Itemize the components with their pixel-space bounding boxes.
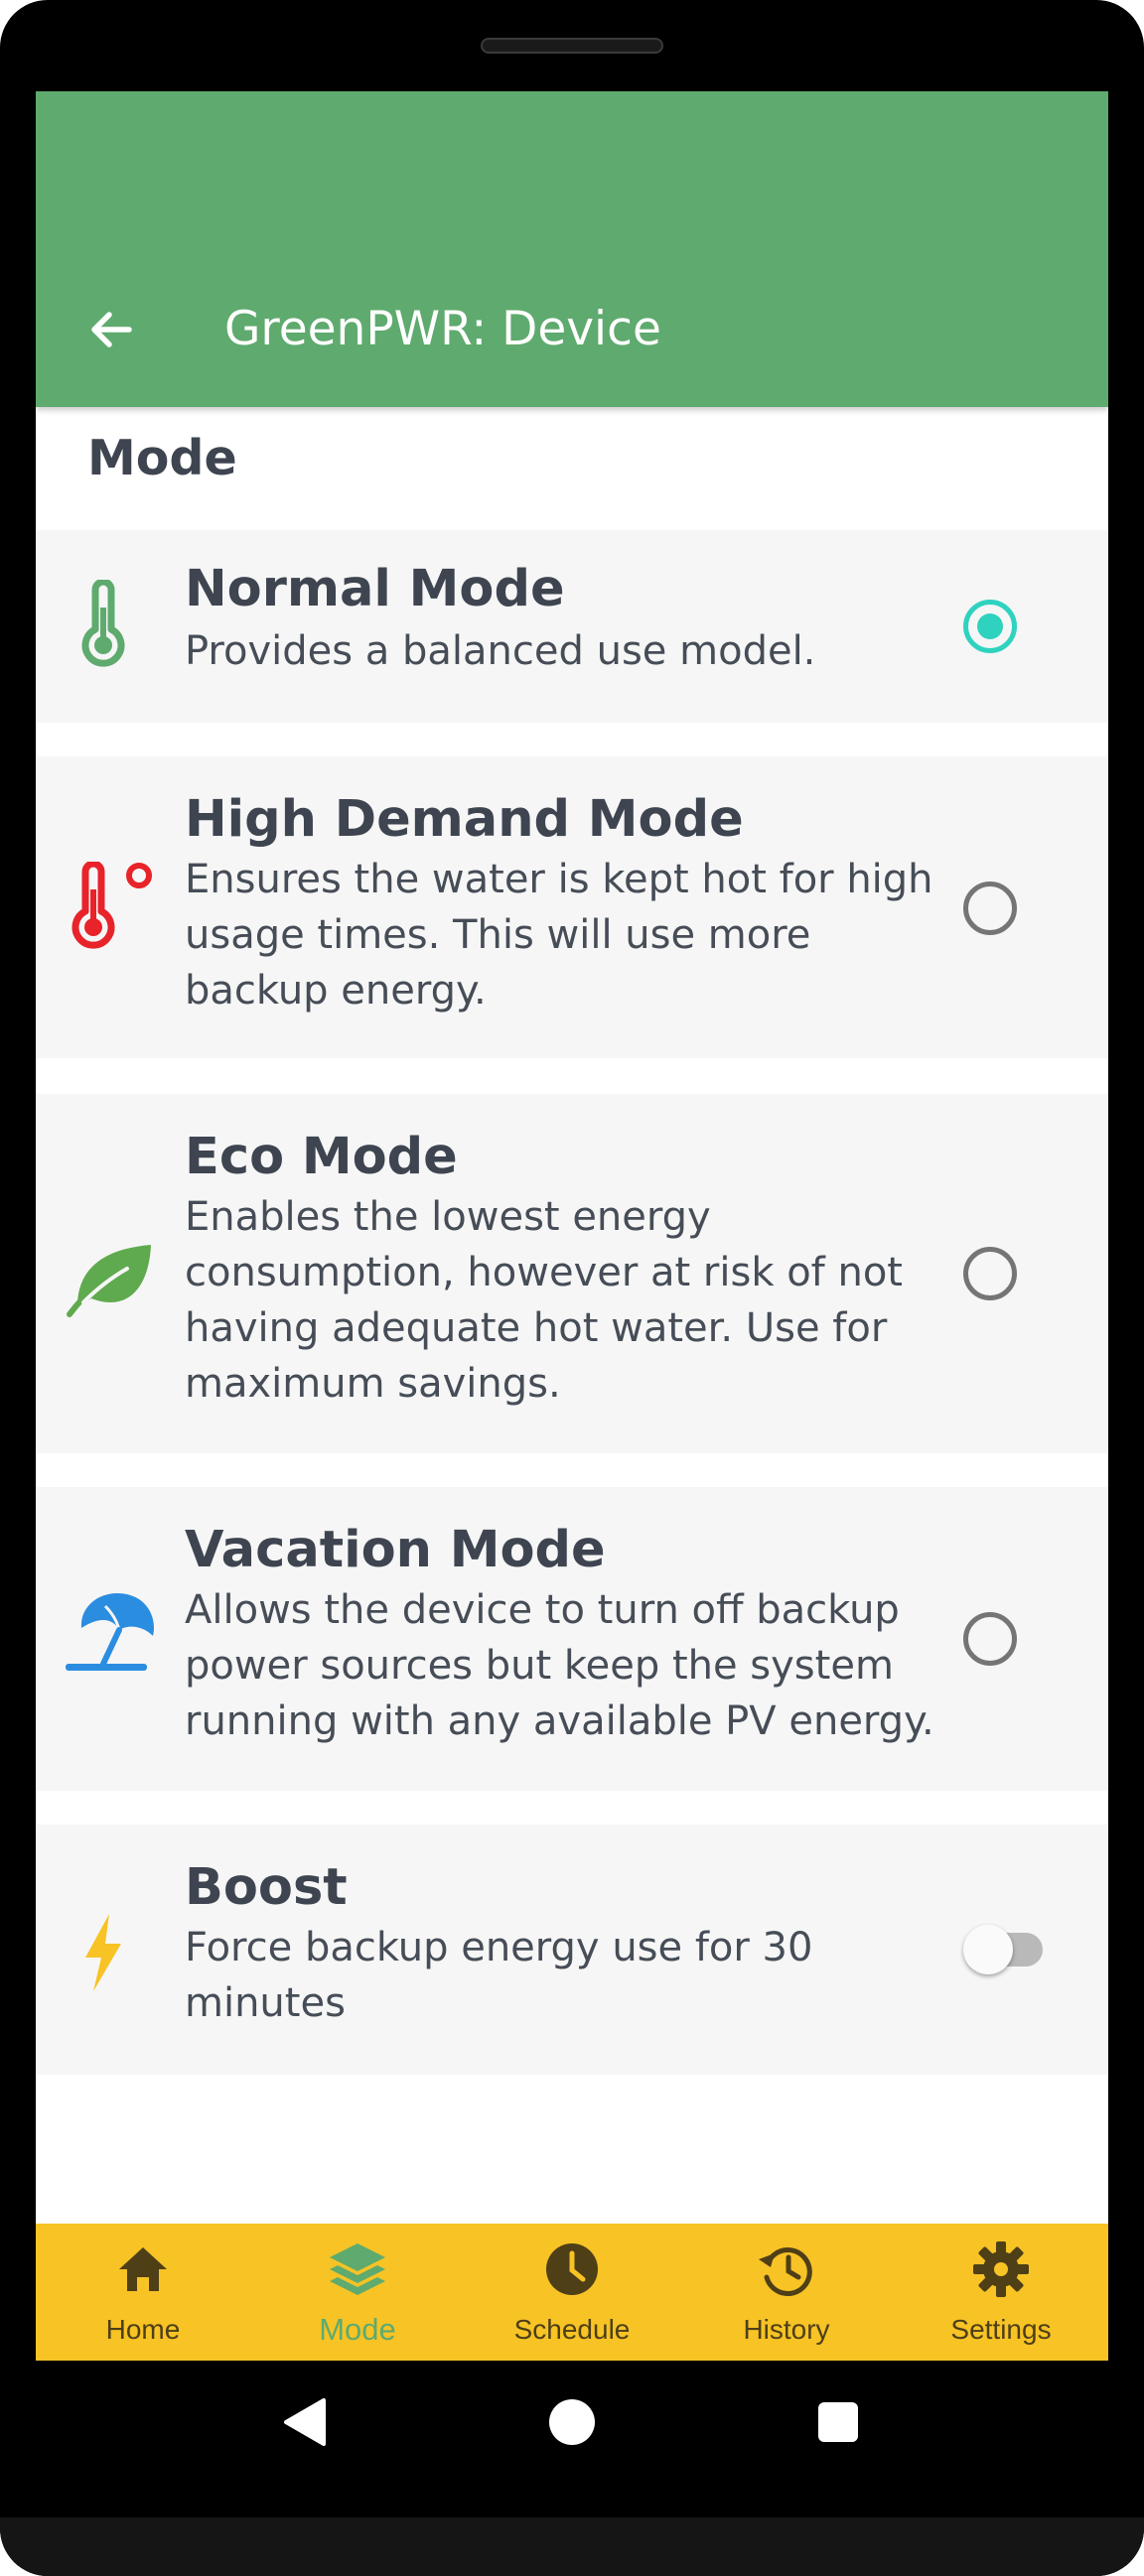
nav-label: Home [105,2314,181,2345]
mode-title: Normal Mode [185,560,565,618]
nav-label: Settings [950,2314,1052,2345]
eco-mode-radio[interactable] [963,1247,1017,1300]
mode-description: Provides a balanced use model. [185,628,816,674]
boost-toggle[interactable] [963,1919,1053,1978]
beach-umbrella-icon [64,1584,159,1674]
circle-home-icon [549,2399,595,2445]
history-icon [759,2247,812,2296]
mode-title: Eco Mode [185,1128,458,1186]
home-icon [119,2247,167,2291]
earpiece-speaker [481,38,663,54]
vacation-mode-radio[interactable] [963,1612,1017,1666]
nav-item-home[interactable]: Home [36,2224,250,2361]
mode-description: Ensures the water is kept hot for high u… [185,857,933,1014]
lightning-bolt-icon [64,1908,143,1997]
mode-title: Vacation Mode [185,1521,606,1579]
toggle-thumb [963,1925,1013,1974]
mode-title: High Demand Mode [185,790,744,849]
mode-description: Allows the device to turn off backup pow… [185,1587,934,1744]
bottom-navigation: Home Mode Schedule History Settings [36,2224,1108,2361]
system-navigation-bar [0,2361,1144,2500]
nav-item-schedule[interactable]: Schedule [465,2224,679,2361]
boost-description: Force backup energy use for 30 minutes [185,1925,813,2026]
triangle-back-icon [284,2398,326,2446]
high-demand-mode-radio[interactable] [963,881,1017,935]
nav-item-settings[interactable]: Settings [894,2224,1108,2361]
layers-icon [330,2243,385,2295]
leaf-icon [64,1229,155,1318]
square-recents-icon [818,2402,858,2442]
boost-title: Boost [185,1858,348,1917]
system-recents-button[interactable] [798,2382,878,2462]
nav-label: Mode [319,2312,396,2347]
thermometer-hot-icon [64,860,163,951]
nav-item-history[interactable]: History [679,2224,894,2361]
thermometer-icon [64,578,143,669]
arrow-left-icon [91,312,132,347]
back-button[interactable] [79,298,143,361]
app-bar: GreenPWR: Device [36,91,1108,407]
mode-card-normal[interactable]: Normal Mode Provides a balanced use mode… [36,530,1108,723]
nav-label: History [743,2314,830,2345]
gear-icon [973,2241,1029,2297]
clock-icon [546,2243,598,2295]
nav-item-mode[interactable]: Mode [250,2224,465,2361]
nav-label: Schedule [513,2314,631,2345]
boost-card[interactable]: Boost Force backup energy use for 30 min… [36,1825,1108,2075]
system-home-button[interactable] [532,2382,612,2462]
normal-mode-radio[interactable] [963,600,1017,653]
mode-card-eco[interactable]: Eco Mode Enables the lowest energy consu… [36,1094,1108,1453]
mode-card-vacation[interactable]: Vacation Mode Allows the device to turn … [36,1487,1108,1791]
phone-frame: GreenPWR: Device Mode Normal Mode Provid… [0,0,1144,2576]
system-back-button[interactable] [264,2382,344,2462]
app-screen: GreenPWR: Device Mode Normal Mode Provid… [36,91,1108,2361]
mode-card-high-demand[interactable]: High Demand Mode Ensures the water is ke… [36,756,1108,1058]
page-title: GreenPWR: Device [224,302,661,356]
phone-bottom-edge [0,2517,1144,2576]
mode-description: Enables the lowest energy consumption, h… [185,1194,903,1407]
section-title: Mode [87,430,237,486]
